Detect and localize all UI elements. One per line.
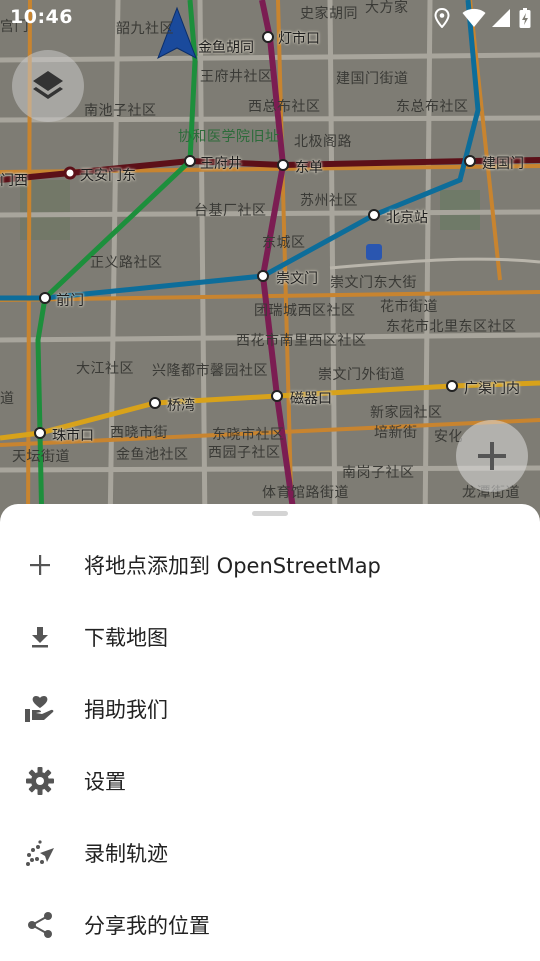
map-layers-button[interactable]: [12, 50, 84, 122]
map-label: 西花市南里西区社区: [236, 333, 367, 349]
menu-item-label: 捐助我们: [84, 698, 168, 722]
sheet-drag-handle[interactable]: [252, 511, 288, 516]
station-label: 磁器口: [290, 391, 332, 407]
menu-item-label: 录制轨迹: [84, 842, 168, 866]
map-label: 北极阁路: [294, 134, 352, 150]
station-label: 门西: [0, 173, 28, 189]
map-label: 崇文门外街道: [318, 367, 405, 383]
station-label: 天安门东: [80, 168, 136, 184]
map-label: 东晓市社区: [212, 427, 285, 443]
gear-icon: [24, 765, 56, 797]
plus-icon: [478, 442, 506, 470]
location-icon: [434, 8, 450, 28]
bottom-sheet-menu: 将地点添加到 OpenStreetMap 下载地图 捐助我们 设置 录制轨迹 分…: [0, 504, 540, 960]
menu-item-label: 将地点添加到 OpenStreetMap: [84, 554, 381, 578]
station-label: 王府井: [200, 156, 242, 172]
map-label: 王府井社区: [200, 69, 273, 85]
menu-item-download-maps[interactable]: 下载地图: [0, 601, 540, 673]
map-label: 东花市北里东区社区: [386, 319, 517, 335]
battery-charging-icon: [519, 8, 531, 28]
menu-item-label: 分享我的位置: [84, 914, 210, 938]
station-label: 北京站: [386, 210, 428, 226]
station-label: 建国门: [482, 156, 524, 172]
map-label: 协和医学院旧址: [178, 129, 280, 145]
map-label: 台基厂社区: [194, 203, 267, 219]
station-label: 前门: [56, 293, 84, 309]
map-label: 培新街: [374, 425, 418, 441]
layers-icon: [33, 71, 63, 99]
map-label: 花市街道: [380, 299, 438, 315]
menu-item-donate[interactable]: 捐助我们: [0, 673, 540, 745]
map-label: 西总布社区: [248, 99, 321, 115]
share-icon: [24, 909, 56, 941]
menu-item-share-location[interactable]: 分享我的位置: [0, 889, 540, 961]
map-label: 东总布社区: [396, 99, 469, 115]
menu-item-label: 设置: [84, 770, 126, 794]
menu-item-add-place-osm[interactable]: 将地点添加到 OpenStreetMap: [0, 529, 540, 601]
status-time: 10:46: [10, 6, 73, 28]
station-label: 东单: [295, 160, 323, 176]
signal-icon: [492, 9, 510, 27]
map-label: 苏州社区: [300, 193, 358, 209]
map-label: 南池子社区: [84, 103, 157, 119]
donate-icon: [24, 693, 56, 725]
map-label: 西园子社区: [208, 445, 281, 461]
plus-icon: [24, 549, 56, 581]
menu-item-settings[interactable]: 设置: [0, 745, 540, 817]
map-label: 东城区: [262, 235, 306, 251]
map-label: 新家园社区: [370, 405, 443, 421]
map-label: 道: [0, 391, 15, 407]
station-label: 崇文门: [276, 271, 318, 287]
download-icon: [24, 621, 56, 653]
map-label: 正义路社区: [90, 255, 163, 271]
track-icon: [24, 837, 56, 869]
zoom-in-button[interactable]: [456, 420, 528, 492]
station-label: 广渠门内: [464, 381, 520, 397]
wifi-icon: [462, 8, 486, 27]
menu-item-record-track[interactable]: 录制轨迹: [0, 817, 540, 889]
map-label: 天坛街道: [12, 449, 70, 465]
map-label: 金鱼池社区: [116, 447, 189, 463]
menu-item-label: 下载地图: [84, 626, 168, 650]
station-label: 金鱼胡同: [198, 40, 254, 56]
map-label: 团瑞城西区社区: [254, 303, 356, 319]
station-label: 珠市口: [52, 428, 94, 444]
map-label: 体育馆路街道: [262, 485, 349, 501]
station-label: 桥湾: [167, 398, 195, 414]
map-label: 兴隆都市馨园社区: [152, 363, 268, 379]
status-bar: 10:46: [0, 0, 540, 36]
map-label: 南岗子社区: [342, 465, 415, 481]
map-label: 西晓市街: [110, 425, 168, 441]
map-label: 大江社区: [76, 361, 134, 377]
map-label: 崇文门东大街: [330, 275, 417, 291]
map-label: 建国门街道: [336, 71, 409, 87]
